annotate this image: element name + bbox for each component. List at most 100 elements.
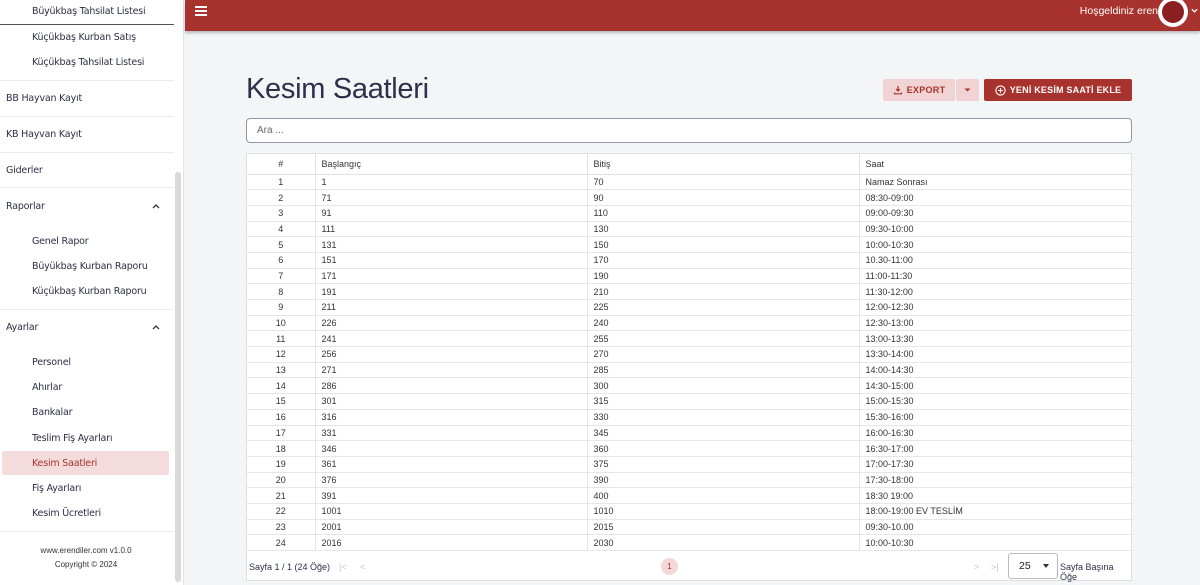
cell-baslangic: 1 bbox=[315, 174, 588, 191]
avatar-logo-icon bbox=[1162, 1, 1184, 23]
column-header-bitis[interactable]: Bitiş bbox=[587, 154, 860, 175]
column-header-saat[interactable]: Saat bbox=[859, 154, 1133, 175]
table-row[interactable]: 17 331 345 16:00-16:30 bbox=[247, 425, 1133, 442]
last-page-icon[interactable]: >| bbox=[991, 562, 999, 572]
cell-index: 23 bbox=[247, 519, 316, 536]
sidebar-item-kesim-ucretleri[interactable]: Kesim Ücretleri bbox=[32, 508, 101, 519]
avatar[interactable] bbox=[1158, 0, 1188, 27]
table-row[interactable]: 13 271 285 14:00-14:30 bbox=[247, 362, 1133, 379]
cell-saat: 10.30-11:00 bbox=[859, 252, 1133, 269]
chevron-down-icon[interactable] bbox=[1190, 6, 1199, 15]
caret-down-icon bbox=[1043, 564, 1049, 568]
cell-index: 21 bbox=[247, 487, 316, 504]
search-input[interactable] bbox=[246, 118, 1132, 143]
footer-version: www.erendiler.com v1.0.0 bbox=[40, 546, 132, 555]
cell-baslangic: 391 bbox=[315, 487, 588, 504]
first-page-icon[interactable]: |< bbox=[339, 562, 347, 572]
export-dropdown-button[interactable] bbox=[956, 79, 979, 101]
table-row[interactable]: 23 2001 2015 09:30-10.00 bbox=[247, 519, 1133, 536]
cell-saat: 14:30-15:00 bbox=[859, 377, 1133, 395]
table-row[interactable]: 22 1001 1010 18:00-19:00 EV TESLİM bbox=[247, 503, 1133, 520]
cell-saat: 13:00-13:30 bbox=[859, 330, 1133, 348]
sidebar-item-bb-hayvan-kayit[interactable]: BB Hayvan Kayıt bbox=[6, 93, 82, 104]
sidebar-item-bankalar[interactable]: Bankalar bbox=[32, 407, 72, 418]
cell-baslangic: 151 bbox=[315, 252, 588, 269]
menu-icon[interactable] bbox=[195, 6, 207, 16]
cell-saat: 17:30-18:00 bbox=[859, 472, 1133, 489]
table-row[interactable]: 20 376 390 17:30-18:00 bbox=[247, 472, 1133, 489]
cell-index: 9 bbox=[247, 299, 316, 316]
table-row[interactable]: 24 2016 2030 10:00-10:30 bbox=[247, 534, 1133, 551]
table-row[interactable]: 18 346 360 16:30-17:00 bbox=[247, 440, 1133, 457]
cell-baslangic: 271 bbox=[315, 362, 588, 379]
sidebar-item-kucukbas-satis[interactable]: Küçükbaş Kurban Satış bbox=[32, 32, 136, 43]
sidebar-scrollbar[interactable] bbox=[175, 172, 181, 582]
sidebar-item-buyukbas-tahsilat[interactable]: Büyükbaş Tahsilat Listesi bbox=[32, 6, 146, 17]
sidebar-item-buyukbas-rapor[interactable]: Büyükbaş Kurban Raporu bbox=[32, 261, 148, 272]
sidebar-group-raporlar[interactable]: Raporlar bbox=[6, 201, 45, 212]
sidebar-item-teslim-fis[interactable]: Teslim Fiş Ayarları bbox=[32, 433, 113, 444]
column-header-index[interactable]: # bbox=[247, 154, 316, 175]
chevron-up-icon[interactable] bbox=[150, 321, 162, 333]
cell-index: 17 bbox=[247, 425, 316, 442]
cell-bitis: 375 bbox=[587, 456, 860, 473]
cell-bitis: 330 bbox=[587, 409, 860, 426]
table-row[interactable]: 7 171 190 11:00-11:30 bbox=[247, 268, 1133, 285]
cell-baslangic: 1001 bbox=[315, 503, 588, 520]
cell-baslangic: 241 bbox=[315, 330, 588, 348]
export-button[interactable]: EXPORT bbox=[883, 79, 955, 101]
sidebar-item-fis-ayarlari[interactable]: Fiş Ayarları bbox=[32, 483, 81, 494]
cell-baslangic: 211 bbox=[315, 299, 588, 316]
next-page-icon[interactable]: > bbox=[974, 562, 979, 572]
table-row[interactable]: 19 361 375 17:00-17:30 bbox=[247, 456, 1133, 473]
table-row[interactable]: 4 111 130 09:30-10:00 bbox=[247, 221, 1133, 238]
sidebar-item-personel[interactable]: Personel bbox=[32, 357, 71, 368]
cell-baslangic: 346 bbox=[315, 440, 588, 457]
topbar: Hoşgeldiniz eren bbox=[185, 0, 1200, 31]
table-row[interactable]: 9 211 225 12:00-12:30 bbox=[247, 299, 1133, 316]
divider bbox=[0, 309, 174, 310]
cell-index: 13 bbox=[247, 362, 316, 379]
sidebar-item-kucukbas-tahsilat[interactable]: Küçükbaş Tahsilat Listesi bbox=[32, 57, 144, 68]
cell-index: 11 bbox=[247, 330, 316, 348]
cell-bitis: 315 bbox=[587, 393, 860, 410]
table-row[interactable]: 8 191 210 11:30-12:00 bbox=[247, 283, 1133, 300]
pagination: Sayfa 1 / 1 (24 Öğe) |< < 1 > >| 25 Sayf… bbox=[246, 552, 1132, 582]
sidebar-item-kucukbas-rapor[interactable]: Küçükbaş Kurban Raporu bbox=[32, 286, 147, 297]
table-row[interactable]: 2 71 90 08:30-09:00 bbox=[247, 189, 1133, 206]
cell-saat: 16:00-16:30 bbox=[859, 425, 1133, 442]
cell-baslangic: 131 bbox=[315, 236, 588, 253]
table-row[interactable]: 10 226 240 12:30-13:00 bbox=[247, 315, 1133, 332]
cell-saat: 09:30-10:00 bbox=[859, 221, 1133, 238]
table-row[interactable]: 12 256 270 13:30-14:00 bbox=[247, 346, 1133, 363]
cell-bitis: 70 bbox=[587, 174, 860, 191]
table-row[interactable]: 11 241 255 13:00-13:30 bbox=[247, 330, 1133, 348]
table-row[interactable]: 16 316 330 15:30-16:00 bbox=[247, 409, 1133, 426]
table-row[interactable]: 15 301 315 15:00-15:30 bbox=[247, 393, 1133, 410]
table-row[interactable]: 3 91 110 09:00-09:30 bbox=[247, 205, 1133, 222]
cell-baslangic: 191 bbox=[315, 283, 588, 300]
prev-page-icon[interactable]: < bbox=[360, 562, 365, 572]
cell-bitis: 285 bbox=[587, 362, 860, 379]
sidebar-item-kesim-saatleri[interactable]: Kesim Saatleri bbox=[32, 458, 97, 469]
sidebar-group-ayarlar[interactable]: Ayarlar bbox=[6, 322, 38, 333]
divider bbox=[0, 152, 174, 153]
table-row[interactable]: 5 131 150 10:00-10:30 bbox=[247, 236, 1133, 253]
chevron-up-icon[interactable] bbox=[150, 200, 162, 212]
cell-bitis: 170 bbox=[587, 252, 860, 269]
sidebar-item-genel-rapor[interactable]: Genel Rapor bbox=[32, 236, 89, 247]
sidebar-item-kb-hayvan-kayit[interactable]: KB Hayvan Kayıt bbox=[6, 129, 82, 140]
table-row[interactable]: 6 151 170 10.30-11:00 bbox=[247, 252, 1133, 269]
sidebar-item-giderler[interactable]: Giderler bbox=[6, 165, 43, 176]
cell-baslangic: 376 bbox=[315, 472, 588, 489]
table-row[interactable]: 21 391 400 18:30 19:00 bbox=[247, 487, 1133, 504]
column-header-baslangic[interactable]: Başlangıç bbox=[315, 154, 588, 175]
kesim-saatleri-table: # Başlangıç Bitiş Saat 1 1 70 Namaz Sonrası… bbox=[246, 153, 1133, 581]
page-number-button[interactable]: 1 bbox=[661, 558, 678, 575]
sidebar-item-ahirlar[interactable]: Ahırlar bbox=[32, 382, 62, 393]
add-kesim-saati-button[interactable]: YENİ KESİM SAATİ EKLE bbox=[984, 79, 1132, 101]
cell-saat: 15:30-16:00 bbox=[859, 409, 1133, 426]
per-page-select[interactable]: 25 bbox=[1008, 553, 1058, 579]
table-row[interactable]: 14 286 300 14:30-15:00 bbox=[247, 377, 1133, 395]
table-row[interactable]: 1 1 70 Namaz Sonrası bbox=[247, 174, 1133, 191]
